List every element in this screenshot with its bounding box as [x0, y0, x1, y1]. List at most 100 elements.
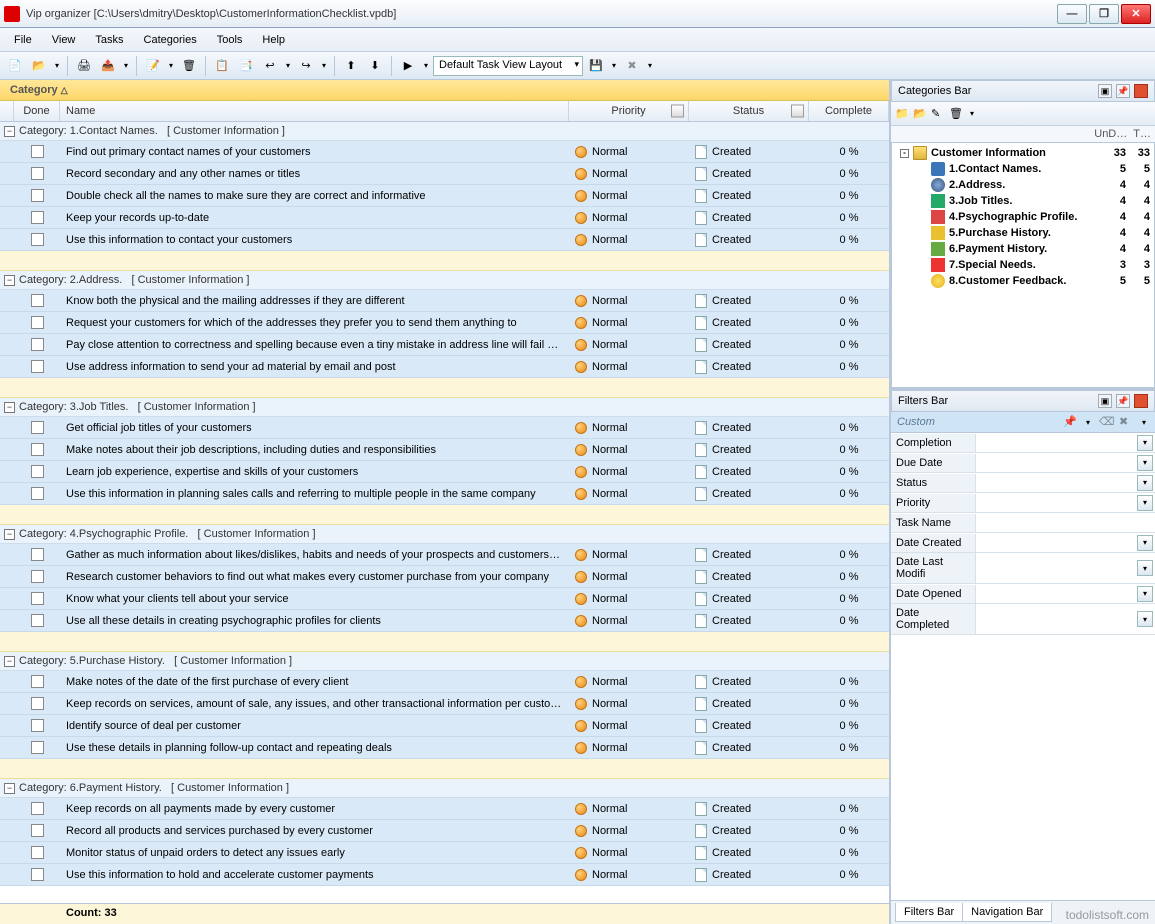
- filter-dropdown-icon[interactable]: [1137, 560, 1153, 576]
- copy-icon[interactable]: 📋: [211, 55, 233, 77]
- tree-node[interactable]: 8.Customer Feedback.55: [894, 273, 1152, 289]
- tree-node[interactable]: 2.Address.44: [894, 177, 1152, 193]
- done-checkbox[interactable]: [31, 167, 44, 180]
- filter-value[interactable]: [976, 513, 1155, 532]
- done-checkbox[interactable]: [31, 465, 44, 478]
- new-file-icon[interactable]: 📄: [4, 55, 26, 77]
- menu-view[interactable]: View: [44, 31, 84, 49]
- filters-custom-label[interactable]: Custom: [897, 416, 1057, 428]
- minimize-button[interactable]: —: [1057, 4, 1087, 24]
- task-row[interactable]: Know both the physical and the mailing a…: [0, 290, 889, 312]
- delete-layout-drop-icon[interactable]: ▾: [645, 61, 655, 70]
- done-checkbox[interactable]: [31, 675, 44, 688]
- task-row[interactable]: Learn job experience, expertise and skil…: [0, 461, 889, 483]
- category-row[interactable]: − Category: 2.Address. [ Customer Inform…: [0, 271, 889, 290]
- task-row[interactable]: Get official job titles of your customer…: [0, 417, 889, 439]
- save-layout-icon[interactable]: 💾: [585, 55, 607, 77]
- menu-categories[interactable]: Categories: [136, 31, 205, 49]
- done-checkbox[interactable]: [31, 741, 44, 754]
- open-drop-icon[interactable]: ▾: [52, 61, 62, 70]
- task-row[interactable]: Use these details in planning follow-up …: [0, 737, 889, 759]
- filter-del-drop-icon[interactable]: ▾: [1139, 418, 1149, 427]
- undo-icon[interactable]: ↩: [259, 55, 281, 77]
- new-task-icon[interactable]: 📝: [142, 55, 164, 77]
- filter-value[interactable]: [976, 453, 1135, 472]
- task-row[interactable]: Keep records on services, amount of sale…: [0, 693, 889, 715]
- undo-drop-icon[interactable]: ▾: [283, 61, 293, 70]
- filter-dropdown-icon[interactable]: [1137, 586, 1153, 602]
- category-row[interactable]: − Category: 1.Contact Names. [ Customer …: [0, 122, 889, 141]
- task-row[interactable]: Pay close attention to correctness and s…: [0, 334, 889, 356]
- panel-toggle-icon[interactable]: ▣: [1098, 84, 1112, 98]
- maximize-button[interactable]: ❐: [1089, 4, 1119, 24]
- menu-tasks[interactable]: Tasks: [87, 31, 131, 49]
- tree-node[interactable]: -Customer Information3333: [894, 145, 1152, 161]
- task-row[interactable]: Gather as much information about likes/d…: [0, 544, 889, 566]
- close-button[interactable]: ✕: [1121, 4, 1151, 24]
- col-done[interactable]: Done: [14, 101, 60, 121]
- panel-close-icon[interactable]: [1134, 84, 1148, 98]
- done-checkbox[interactable]: [31, 189, 44, 202]
- delete-layout-icon[interactable]: ✖: [621, 55, 643, 77]
- done-checkbox[interactable]: [31, 846, 44, 859]
- tree-node[interactable]: 7.Special Needs.33: [894, 257, 1152, 273]
- col-name[interactable]: Name: [60, 101, 569, 121]
- cat-drop-icon[interactable]: ▾: [967, 109, 977, 118]
- filter-value[interactable]: [976, 493, 1135, 512]
- task-row[interactable]: Keep your records up-to-dateNormalCreate…: [0, 207, 889, 229]
- task-row[interactable]: Make notes of the date of the first purc…: [0, 671, 889, 693]
- tree-node[interactable]: 3.Job Titles.44: [894, 193, 1152, 209]
- new-task-drop-icon[interactable]: ▾: [166, 61, 176, 70]
- menu-help[interactable]: Help: [254, 31, 293, 49]
- task-row[interactable]: Monitor status of unpaid orders to detec…: [0, 842, 889, 864]
- done-checkbox[interactable]: [31, 824, 44, 837]
- tab-navigation[interactable]: Navigation Bar: [963, 903, 1052, 922]
- export-drop-icon[interactable]: ▾: [121, 61, 131, 70]
- filter-dropdown-icon[interactable]: [1137, 435, 1153, 451]
- filter-value[interactable]: [976, 584, 1135, 603]
- task-row[interactable]: Record all products and services purchas…: [0, 820, 889, 842]
- done-checkbox[interactable]: [31, 233, 44, 246]
- task-row[interactable]: Use all these details in creating psycho…: [0, 610, 889, 632]
- done-checkbox[interactable]: [31, 316, 44, 329]
- up-icon[interactable]: ⬆: [340, 55, 362, 77]
- done-checkbox[interactable]: [31, 487, 44, 500]
- done-checkbox[interactable]: [31, 614, 44, 627]
- redo-icon[interactable]: ↪: [295, 55, 317, 77]
- done-checkbox[interactable]: [31, 868, 44, 881]
- done-checkbox[interactable]: [31, 697, 44, 710]
- category-row[interactable]: − Category: 6.Payment History. [ Custome…: [0, 779, 889, 798]
- delete-task-icon[interactable]: 🗑: [178, 55, 200, 77]
- tree-node[interactable]: 1.Contact Names.55: [894, 161, 1152, 177]
- done-checkbox[interactable]: [31, 802, 44, 815]
- done-checkbox[interactable]: [31, 145, 44, 158]
- filter-dropdown-icon[interactable]: [1137, 455, 1153, 471]
- task-row[interactable]: Request your customers for which of the …: [0, 312, 889, 334]
- task-row[interactable]: Identify source of deal per customerNorm…: [0, 715, 889, 737]
- filter-dropdown-icon[interactable]: [1137, 475, 1153, 491]
- menu-tools[interactable]: Tools: [209, 31, 251, 49]
- tree-node[interactable]: 5.Purchase History.44: [894, 225, 1152, 241]
- task-row[interactable]: Find out primary contact names of your c…: [0, 141, 889, 163]
- edit-cat-icon[interactable]: ✎: [931, 107, 945, 121]
- del-cat-icon[interactable]: 🗑: [949, 107, 963, 121]
- filter-clear-icon[interactable]: ⌫: [1099, 415, 1113, 429]
- filters-pin-icon[interactable]: 📌: [1116, 394, 1130, 408]
- filters-toggle-icon[interactable]: ▣: [1098, 394, 1112, 408]
- task-row[interactable]: Use this information in planning sales c…: [0, 483, 889, 505]
- done-checkbox[interactable]: [31, 548, 44, 561]
- task-row[interactable]: Use address information to send your ad …: [0, 356, 889, 378]
- category-row[interactable]: − Category: 3.Job Titles. [ Customer Inf…: [0, 398, 889, 417]
- layout-combo[interactable]: Default Task View Layout: [433, 56, 583, 76]
- filter-value[interactable]: [976, 533, 1135, 552]
- task-row[interactable]: Know what your clients tell about your s…: [0, 588, 889, 610]
- done-checkbox[interactable]: [31, 211, 44, 224]
- task-row[interactable]: Double check all the names to make sure …: [0, 185, 889, 207]
- category-row[interactable]: − Category: 5.Purchase History. [ Custom…: [0, 652, 889, 671]
- redo-drop-icon[interactable]: ▾: [319, 61, 329, 70]
- collapse-icon[interactable]: −: [4, 126, 15, 137]
- col-status[interactable]: Status: [689, 101, 809, 121]
- task-row[interactable]: Make notes about their job descriptions,…: [0, 439, 889, 461]
- filter-dropdown-icon[interactable]: [1137, 535, 1153, 551]
- filter-dropdown-icon[interactable]: [1137, 495, 1153, 511]
